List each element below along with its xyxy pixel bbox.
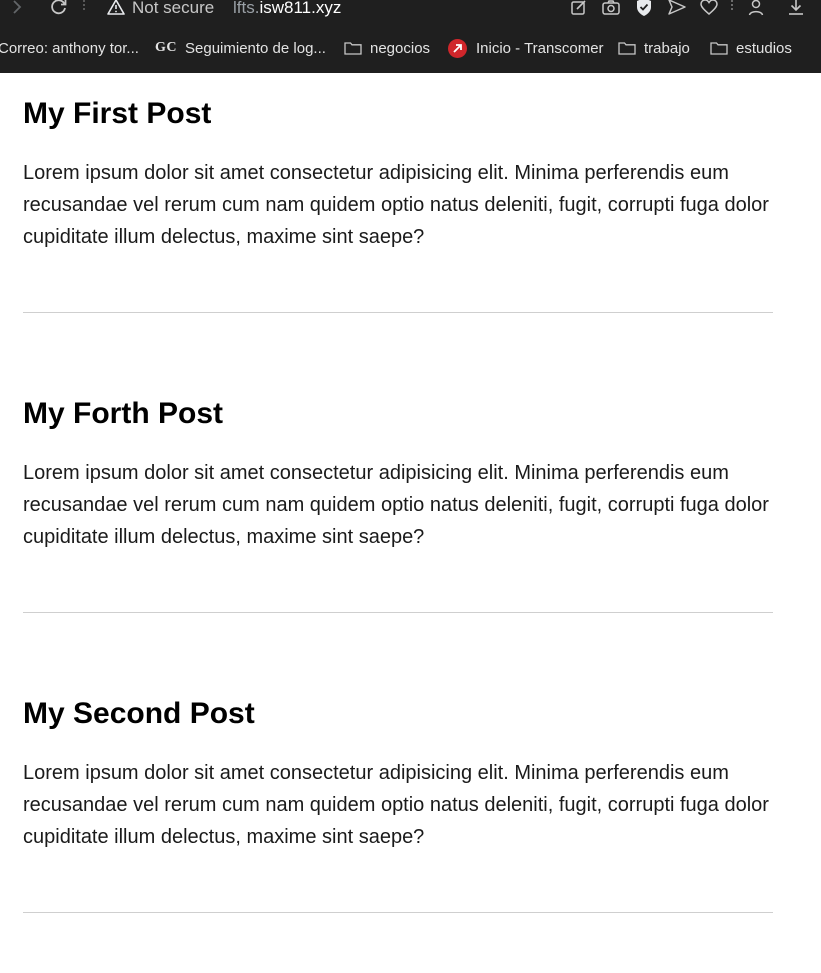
heart-icon[interactable]: [698, 0, 720, 18]
post-excerpt: Lorem ipsum dolor sit amet consectetur a…: [23, 462, 769, 548]
send-icon[interactable]: [666, 0, 688, 18]
folder-icon: [618, 41, 636, 55]
post-excerpt: Lorem ipsum dolor sit amet consectetur a…: [23, 162, 769, 248]
folder-icon: [710, 41, 728, 55]
transcomer-logo-icon: [448, 38, 467, 58]
bookmark-label: Correo: anthony tor...: [0, 39, 139, 57]
screenshot-icon[interactable]: [600, 0, 622, 18]
bookmark-label: Inicio - Transcomer: [476, 39, 604, 57]
download-icon[interactable]: [785, 0, 807, 18]
bookmark-correo[interactable]: Correo: anthony tor...: [0, 36, 139, 60]
security-status[interactable]: Not secure: [132, 0, 214, 18]
forward-icon[interactable]: [8, 0, 26, 18]
url-prefix: lfts.: [233, 0, 260, 17]
browser-toolbar: Not secure lfts.isw811.xyz: [0, 0, 821, 22]
post-title[interactable]: My Forth Post: [23, 396, 223, 432]
folder-icon: [344, 41, 362, 55]
gc-logo-icon: GC: [155, 40, 177, 55]
post-article: My Forth Post Lorem ipsum dolor sit amet…: [23, 373, 773, 673]
toolbar-divider: [730, 0, 734, 14]
bookmark-transcomer[interactable]: Inicio - Transcomer: [448, 36, 604, 60]
reload-icon[interactable]: [48, 0, 70, 18]
post-article: My Second Post Lorem ipsum dolor sit ame…: [23, 673, 773, 973]
bookmark-label: trabajo: [644, 39, 690, 57]
post-divider: [23, 612, 773, 613]
bookmark-estudios[interactable]: estudios: [710, 36, 792, 60]
post-title[interactable]: My First Post: [23, 96, 211, 132]
bookmark-negocios[interactable]: negocios: [344, 36, 430, 60]
edit-page-icon[interactable]: [568, 0, 590, 18]
bookmark-label: Seguimiento de log...: [185, 39, 326, 57]
address-bar[interactable]: lfts.isw811.xyz: [233, 0, 341, 18]
post-divider: [23, 912, 773, 913]
toolbar-divider: [82, 0, 86, 14]
bookmark-label: estudios: [736, 39, 792, 57]
bookmark-seguimiento[interactable]: GC Seguimiento de log...: [155, 36, 326, 60]
url-host: isw811.xyz: [259, 0, 342, 17]
post-title[interactable]: My Second Post: [23, 696, 255, 732]
bookmarks-bar: Correo: anthony tor... GC Seguimiento de…: [0, 36, 821, 60]
shield-icon[interactable]: [633, 0, 655, 18]
browser-chrome: Not secure lfts.isw811.xyz Correo: antho…: [0, 0, 821, 73]
posts-list: My First Post Lorem ipsum dolor sit amet…: [23, 73, 773, 973]
warning-icon[interactable]: [106, 0, 126, 18]
post-divider: [23, 312, 773, 313]
profile-icon[interactable]: [745, 0, 767, 18]
bookmark-label: negocios: [370, 39, 431, 57]
post-excerpt: Lorem ipsum dolor sit amet consectetur a…: [23, 762, 769, 848]
post-article: My First Post Lorem ipsum dolor sit amet…: [23, 73, 773, 373]
bookmark-trabajo[interactable]: trabajo: [618, 36, 690, 60]
